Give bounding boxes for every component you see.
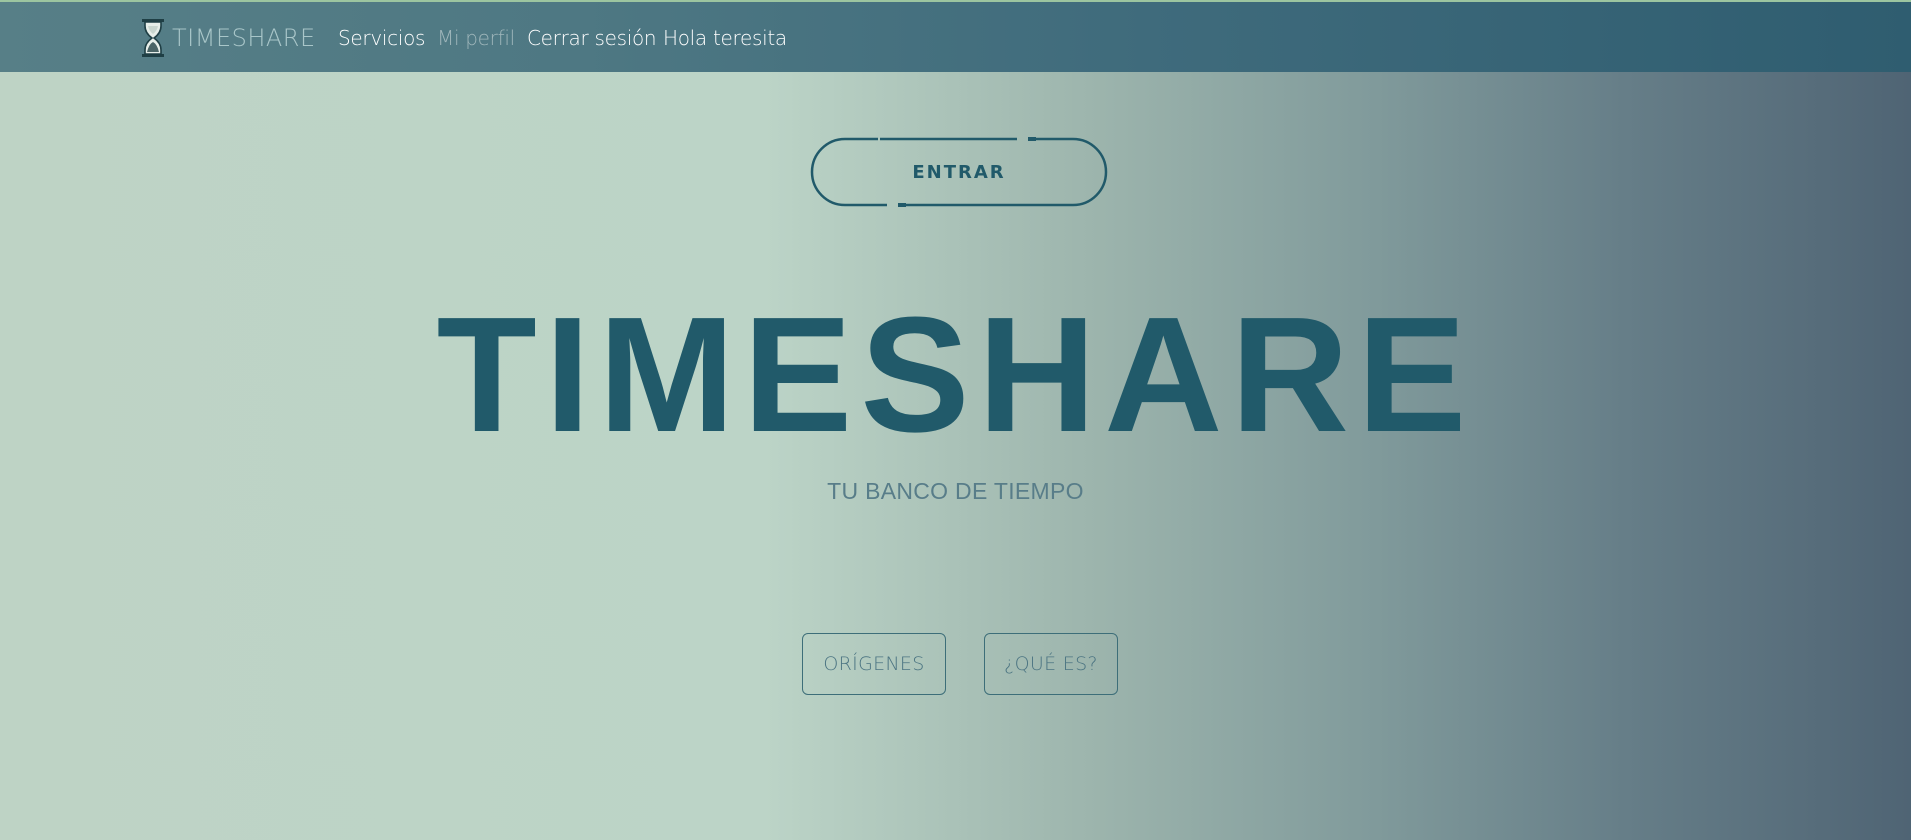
enter-button[interactable]: ENTRAR — [810, 137, 1108, 207]
nav-item-servicios[interactable]: Servicios — [338, 26, 425, 50]
enter-button-label: ENTRAR — [912, 161, 1006, 183]
hourglass-icon — [142, 19, 164, 57]
nav-item-greeting[interactable]: Hola teresita — [663, 26, 787, 50]
hero-subtitle: TU BANCO DE TIEMPO — [827, 478, 1084, 504]
hero-title: TIMESHARE — [436, 283, 1475, 466]
what-is-button[interactable]: ¿QUÉ ES? — [984, 633, 1118, 695]
origins-button[interactable]: ORÍGENES — [802, 633, 946, 695]
nav-item-mi-perfil[interactable]: Mi perfil — [437, 26, 515, 50]
nav-item-cerrar-sesion[interactable]: Cerrar sesión — [527, 26, 657, 50]
navbar: TIMESHARE Servicios Mi perfil Cerrar ses… — [0, 2, 1911, 72]
brand-link[interactable]: TIMESHARE — [140, 18, 316, 58]
brand-name: TIMESHARE — [172, 24, 316, 52]
